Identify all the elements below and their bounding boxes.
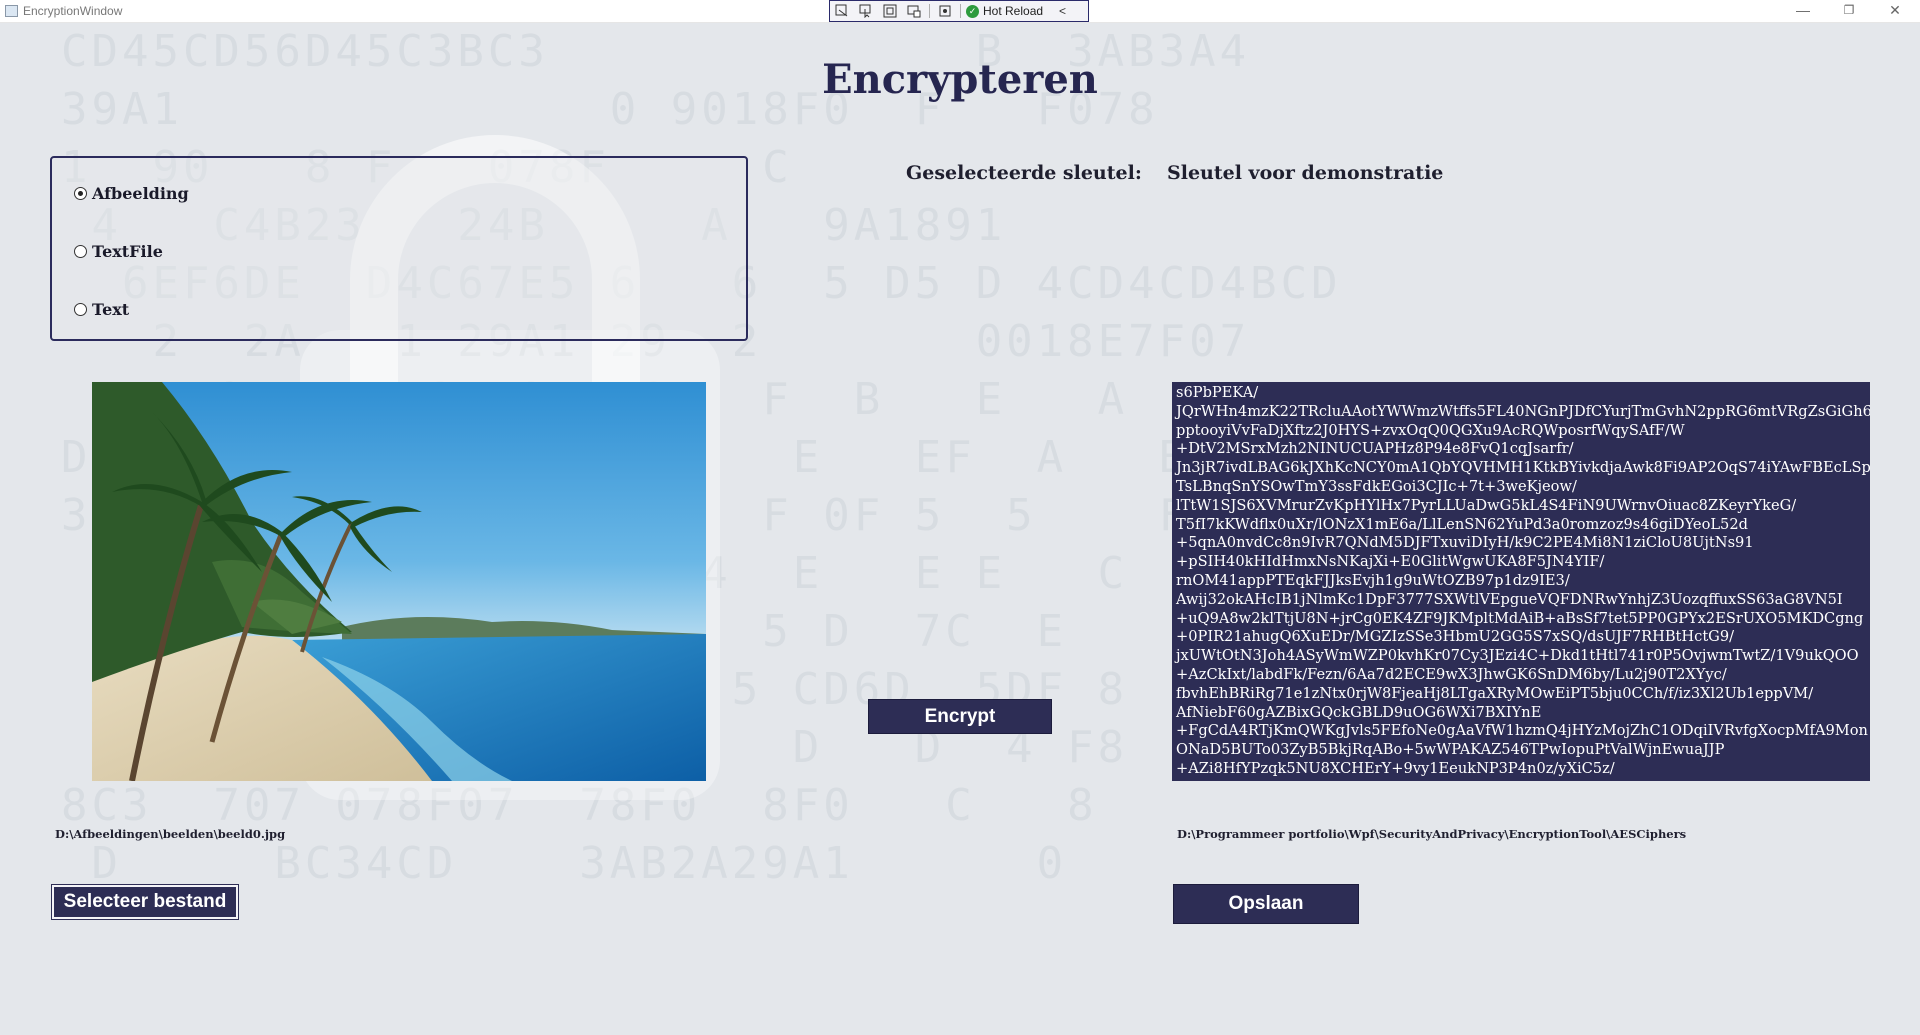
app-icon <box>5 5 18 17</box>
window-titlebar: EncryptionWindow ✓ Hot Reload < — ❐ ✕ <box>0 0 1920 23</box>
beach-image <box>92 382 706 781</box>
cipher-line: jxUWtOtN3Joh4ASyWmWZP0kvhKr07Cy3JEzi4C+D… <box>1176 647 1859 665</box>
save-button[interactable]: Opslaan <box>1173 884 1359 924</box>
window-title: EncryptionWindow <box>23 4 123 18</box>
cipher-line: +0PIR21ahugQ6XuEDr/MGZIzSSe3HbmU2GG5S7xS… <box>1176 628 1735 646</box>
radio-afbeelding[interactable]: Afbeelding <box>74 184 189 203</box>
selected-key-label: Geselecteerde sleutel: <box>906 162 1142 184</box>
cipher-line: +AzCkIxt/labdFk/Fezn/6Aa7d2ECE9wX3JhwGK6… <box>1176 665 1727 683</box>
close-button[interactable]: ✕ <box>1872 0 1918 23</box>
cipher-line: +uQ9A8w2klTtjU8N+jrCg0EK4ZF9JKMpltMdAiB+… <box>1176 609 1864 627</box>
encrypt-button[interactable]: Encrypt <box>868 699 1052 734</box>
hot-reload-label: Hot Reload <box>983 4 1044 18</box>
radio-button[interactable] <box>74 245 87 258</box>
radio-label: Text <box>92 300 130 319</box>
track-focused-element-icon[interactable] <box>902 1 926 21</box>
input-type-group: Afbeelding TextFile Text <box>50 156 748 341</box>
radio-label: TextFile <box>92 242 163 261</box>
radio-text[interactable]: Text <box>74 300 129 319</box>
restore-button[interactable]: ❐ <box>1826 0 1872 23</box>
debug-toolbar: ✓ Hot Reload < <box>829 0 1089 22</box>
cipher-line: AfNiebF60gAZBixGQckGBLD9uOG6WXi7BXIYnE <box>1176 703 1542 721</box>
live-visual-tree-icon[interactable] <box>830 1 854 21</box>
page-title: Encrypteren <box>822 56 1098 103</box>
cipher-line: ONaD5BUTo03ZyB5BkjRqABo+5wWPAKAZ546TPwIo… <box>1176 741 1725 759</box>
cipher-line: +5qnA0nvdCc8n9IvR7QNdM5DJFTxuviDIyH/k9C2… <box>1176 534 1754 552</box>
radio-textfile[interactable]: TextFile <box>74 242 163 261</box>
cipher-line: lTtW1SJS6XVMrurZvKpHYlHx7PyrLLUaDwG5kL4S… <box>1176 496 1797 514</box>
display-layout-adorners-icon[interactable] <box>878 1 902 21</box>
selected-key-value: Sleutel voor demonstratie <box>1167 162 1444 184</box>
cipher-line: Awij32okAHcIB1jNlmKc1DpF3777SXWtlVEpgueV… <box>1176 590 1843 608</box>
collapse-toolbar-icon[interactable]: < <box>1059 4 1066 18</box>
select-element-icon[interactable] <box>854 1 878 21</box>
cipher-output[interactable]: s6PbPEKA/ JQrWHn4mzK22TRcluAAotYWWmzWtff… <box>1172 382 1870 781</box>
cipher-line: pptooyiVvFaDjXftz2J0HYS+zvxOqQ0QGXu9AcRQ… <box>1176 421 1685 439</box>
restore-icon: ❐ <box>1843 3 1855 17</box>
minimize-icon: — <box>1796 2 1810 18</box>
hot-reload-status[interactable]: ✓ Hot Reload <box>966 4 1043 18</box>
source-file-path: D:\Afbeeldingen\beelden\beeld0.jpg <box>55 827 286 841</box>
cipher-line: Jn3jR7ivdLBAG6kJXhKcNCY0mA1QbYQVHMH1KtkB… <box>1176 459 1870 477</box>
radio-button-checked[interactable] <box>74 187 87 200</box>
image-preview <box>92 382 706 781</box>
cipher-line: T5fI7kKWdflx0uXr/lONzX1mE6a/LlLenSN62YuP… <box>1176 515 1748 533</box>
check-icon: ✓ <box>966 4 979 18</box>
radio-label: Afbeelding <box>92 184 189 203</box>
toolbar-separator <box>960 4 961 18</box>
close-icon: ✕ <box>1889 2 1901 18</box>
cipher-line: +pSIH40kHIdHmxNsNKajXi+E0GlitWgwUKA8F5JN… <box>1176 553 1605 571</box>
minimize-button[interactable]: — <box>1780 0 1826 23</box>
output-folder-path: D:\Programmeer portfolio\Wpf\SecurityAnd… <box>1177 827 1687 841</box>
cipher-line: TsLBnqSnYSOwTmY3ssFdkEGoi3CJIc+7t+3weKje… <box>1176 477 1577 495</box>
radio-button[interactable] <box>74 303 87 316</box>
cipher-line: s6PbPEKA/ <box>1176 384 1259 401</box>
cipher-line: JQrWHn4mzK22TRcluAAotYWWmzWtffs5FL40NGnP… <box>1176 402 1870 420</box>
toolbar-separator <box>929 4 930 18</box>
cipher-line: +FgCdA4RTjKmQWKgJvls5FEfoNe0gAaVfW1hzmQ4… <box>1176 722 1868 740</box>
cipher-line: fbvhEhBRiRg71e1zNtx0rjW8FjeaHj8LTgaXRyMO… <box>1176 684 1814 702</box>
select-file-button[interactable]: Selecteer bestand <box>51 884 239 920</box>
cipher-line: +AZi8HfYPzqk5NU8XCHErY+9vy1EeukNP3P4n0z/… <box>1176 759 1615 777</box>
binding-failures-icon[interactable] <box>933 1 957 21</box>
cipher-line: +DtV2MSrxMzh2NINUCUAPHz8P94e8FvQ1cqJsarf… <box>1176 440 1574 458</box>
cipher-line: rnOM41appPTEqkFJJksEvjh1g9uWtOZB97p1dz9I… <box>1176 571 1570 589</box>
